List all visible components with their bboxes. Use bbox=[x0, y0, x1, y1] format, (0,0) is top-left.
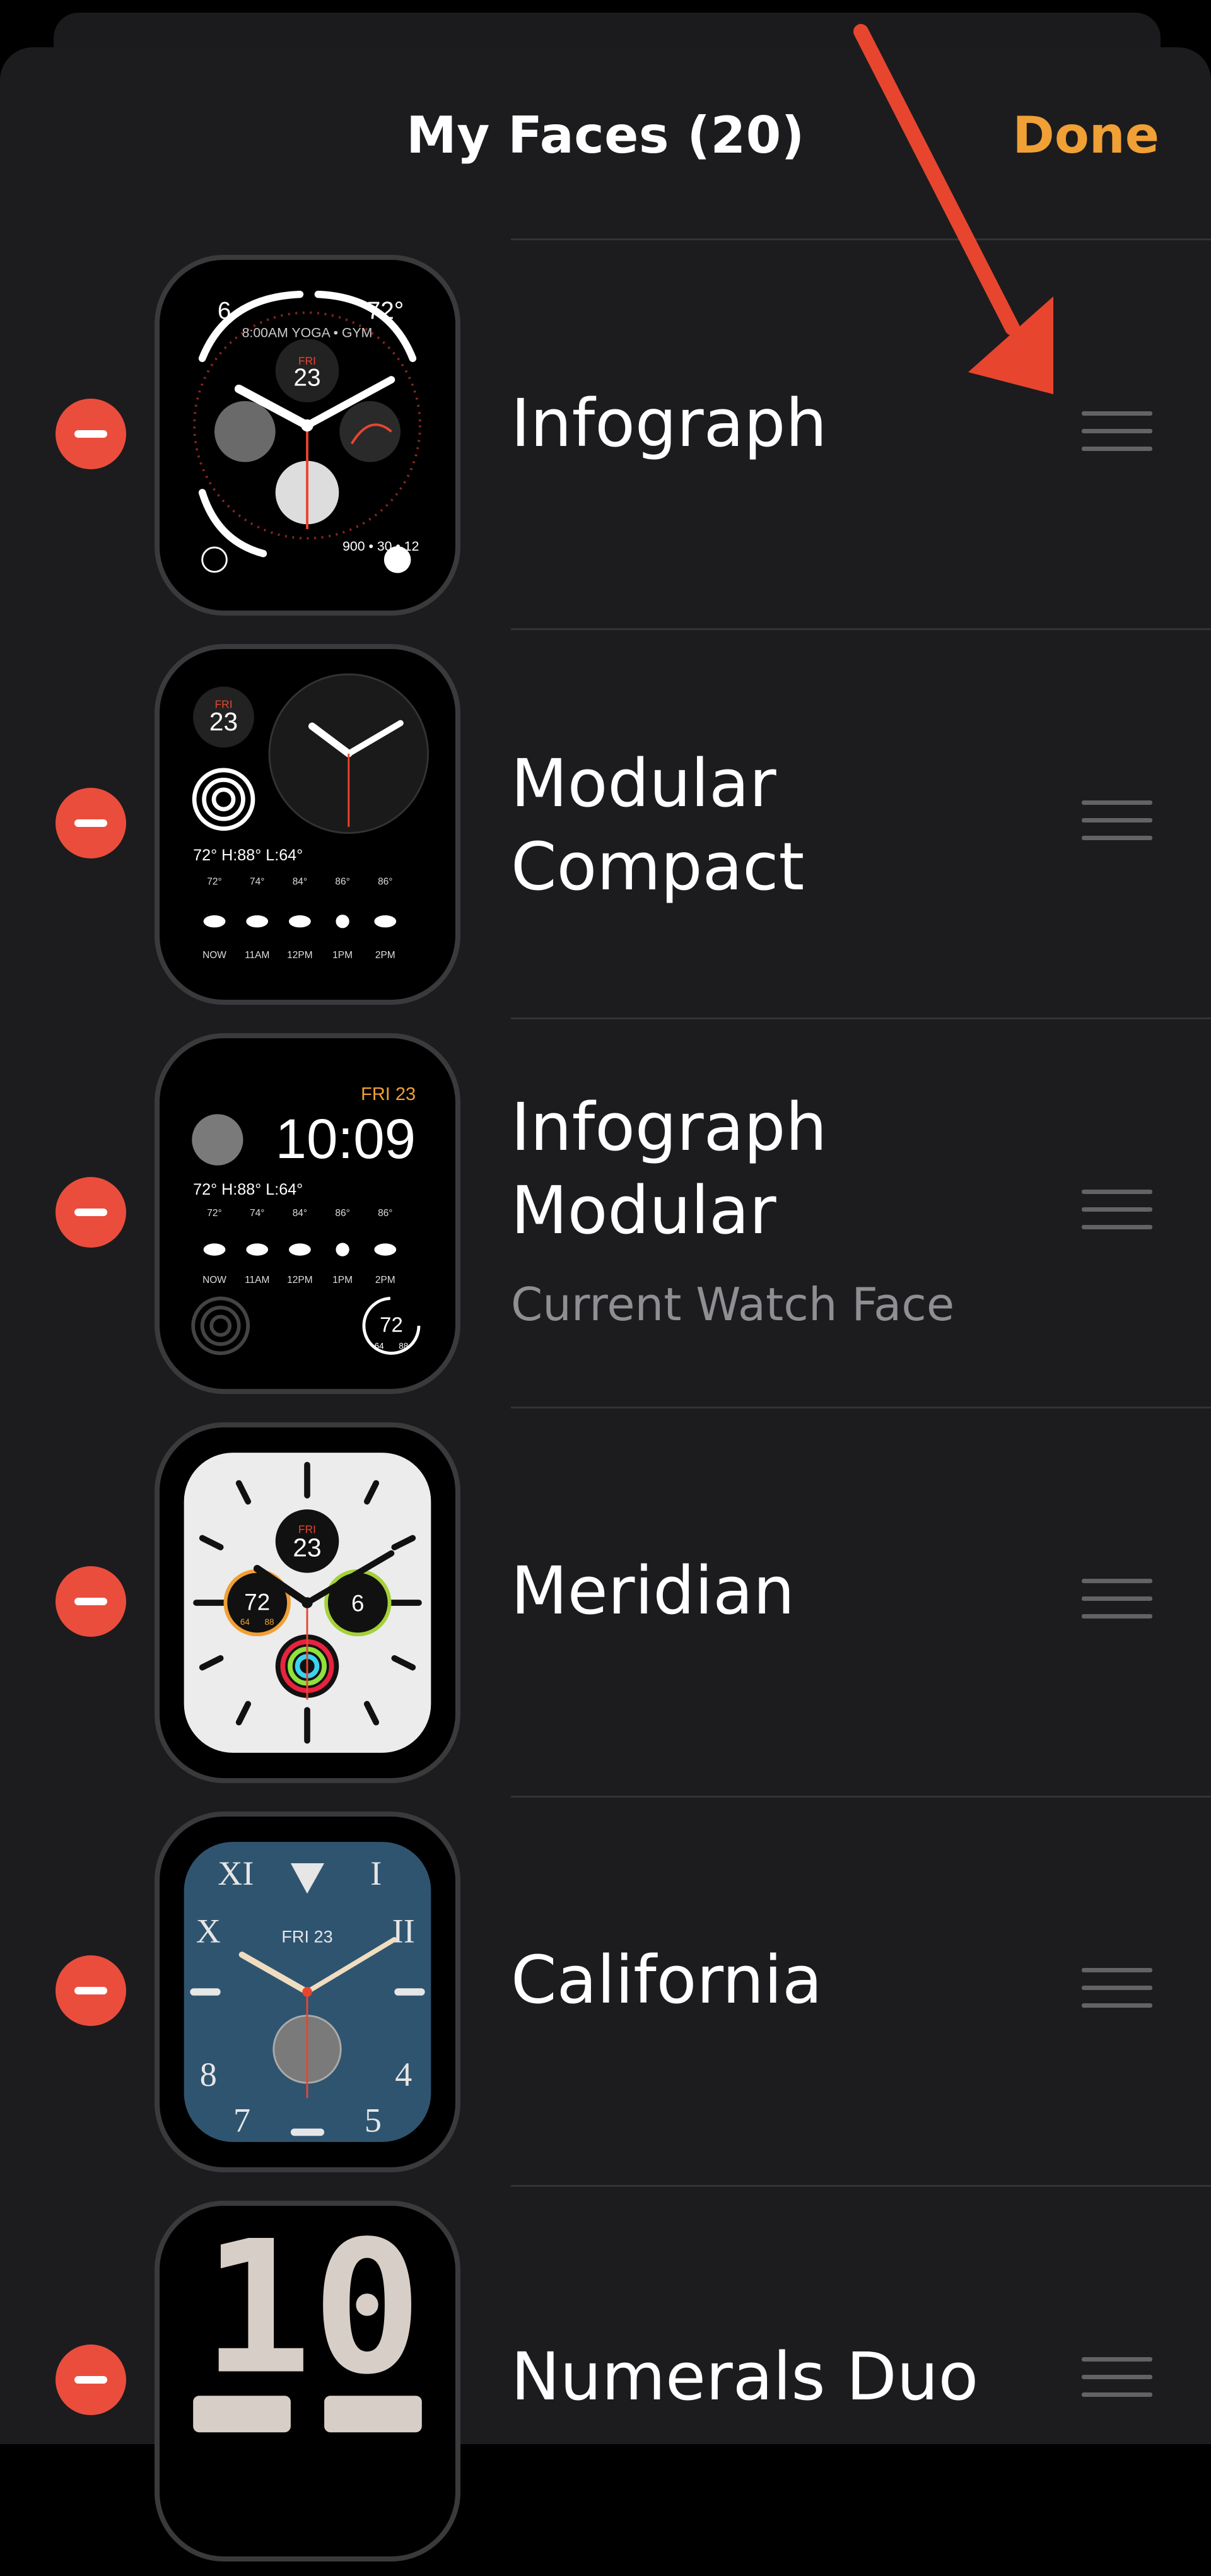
forecast-temp: 84° bbox=[293, 877, 307, 887]
forecast-time: 2PM bbox=[375, 1275, 395, 1285]
forecast-temp: 86° bbox=[378, 877, 392, 887]
forecast-temp: 86° bbox=[335, 877, 349, 887]
forecast-temp: 86° bbox=[335, 1208, 349, 1219]
modular-compact-date: 23 bbox=[209, 707, 238, 736]
infograph-face-art: 6 72° 8:00AM YOGA • GYM FRI 23 900 • 30 … bbox=[193, 290, 421, 573]
face-name: Modular Compact bbox=[511, 745, 805, 905]
face-thumbnail-infograph-modular[interactable]: FRI 23 10:09 72° H:88° L:64° 72° 74° 84°… bbox=[155, 1033, 460, 1394]
forecast-temp: 74° bbox=[250, 1208, 264, 1219]
infograph-temp-left: 6 bbox=[218, 297, 231, 324]
numerals-duo-face-art: 10 bbox=[193, 2206, 422, 2433]
meridian-right-value: 6 bbox=[351, 1591, 364, 1617]
meridian-date: 23 bbox=[293, 1533, 321, 1562]
california-numeral: XI bbox=[218, 1854, 254, 1892]
infograph-modular-weather: 72° H:88° L:64° bbox=[193, 1181, 303, 1198]
infograph-modular-face-art: FRI 23 10:09 72° H:88° L:64° 72° 74° 84°… bbox=[191, 1084, 421, 1355]
reorder-lines-icon[interactable] bbox=[1082, 1968, 1152, 2010]
face-row-infograph: 6 72° 8:00AM YOGA • GYM FRI 23 900 • 30 … bbox=[0, 241, 1211, 630]
forecast-temp: 84° bbox=[293, 1208, 307, 1219]
face-row-infograph-modular: FRI 23 10:09 72° H:88° L:64° 72° 74° 84°… bbox=[0, 1019, 1211, 1408]
reorder-lines-icon[interactable] bbox=[1082, 1579, 1152, 1620]
california-numeral: I bbox=[370, 1854, 382, 1892]
header-divider bbox=[511, 238, 1211, 240]
forecast-temp: 86° bbox=[378, 1208, 392, 1219]
gauge-low: 64 bbox=[375, 1342, 385, 1351]
forecast-temp: 72° bbox=[207, 877, 221, 887]
face-row-california: XI I X II 8 4 7 5 FRI 23 California bbox=[0, 1798, 1211, 2187]
forecast-temp: 72° bbox=[207, 1208, 221, 1219]
meridian-face-art: FRI 23 72 64 88 6 bbox=[184, 1453, 431, 1753]
california-numeral: 8 bbox=[200, 2056, 217, 2093]
modular-compact-weather: 72° H:88° L:64° bbox=[193, 846, 303, 864]
infograph-modular-date: FRI 23 bbox=[361, 1084, 416, 1104]
infograph-temp-right: 72° bbox=[367, 297, 404, 324]
meridian-left-low: 64 bbox=[240, 1617, 250, 1627]
modular-compact-face-art: FRI 23 72° H:88° L:64° 72° 74° 84° 86° 8… bbox=[192, 673, 429, 961]
face-thumbnail-california[interactable]: XI I X II 8 4 7 5 FRI 23 bbox=[155, 1812, 460, 2172]
reorder-lines-icon[interactable] bbox=[1082, 411, 1152, 453]
forecast-time: NOW bbox=[202, 1275, 226, 1285]
gauge-high: 88 bbox=[399, 1342, 408, 1351]
numerals-duo-hour: 10 bbox=[202, 2206, 422, 2415]
reorder-lines-icon[interactable] bbox=[1082, 2357, 1152, 2399]
face-row-modular-compact: FRI 23 72° H:88° L:64° 72° 74° 84° 86° 8… bbox=[0, 630, 1211, 1019]
california-face-art: XI I X II 8 4 7 5 FRI 23 bbox=[184, 1842, 431, 2142]
infograph-modular-gauge: 72 bbox=[380, 1313, 403, 1337]
face-name: Meridian bbox=[511, 1552, 795, 1629]
delete-face-button[interactable] bbox=[56, 2345, 126, 2415]
face-thumbnail-meridian[interactable]: FRI 23 72 64 88 6 bbox=[155, 1422, 460, 1783]
delete-face-button[interactable] bbox=[56, 1566, 126, 1637]
infograph-date: 23 bbox=[294, 365, 321, 392]
reorder-lines-icon[interactable] bbox=[1082, 800, 1152, 842]
california-date: FRI 23 bbox=[281, 1927, 332, 1947]
forecast-time: 1PM bbox=[332, 950, 353, 961]
face-name: Infograph bbox=[511, 385, 828, 462]
face-thumbnail-numerals-duo[interactable]: 10 bbox=[155, 2201, 460, 2561]
forecast-time: 12PM bbox=[287, 950, 312, 961]
reorder-lines-icon[interactable] bbox=[1082, 1190, 1152, 1231]
face-row-meridian: FRI 23 72 64 88 6 Meridian bbox=[0, 1408, 1211, 1798]
california-numeral: 7 bbox=[233, 2101, 250, 2139]
delete-face-button[interactable] bbox=[56, 788, 126, 858]
face-name: Infograph Modular bbox=[511, 1089, 828, 1249]
forecast-time: 11AM bbox=[245, 950, 269, 961]
california-numeral: X bbox=[196, 1912, 221, 1950]
done-button[interactable]: Done bbox=[1012, 106, 1159, 165]
forecast-time: 12PM bbox=[287, 1275, 312, 1285]
meridian-left-value: 72 bbox=[244, 1590, 270, 1615]
face-name: Numerals Duo bbox=[511, 2338, 979, 2415]
delete-face-button[interactable] bbox=[56, 1177, 126, 1248]
meridian-left-high: 88 bbox=[265, 1617, 274, 1627]
face-thumbnail-modular-compact[interactable]: FRI 23 72° H:88° L:64° 72° 74° 84° 86° 8… bbox=[155, 644, 460, 1005]
face-row-numerals-duo: 10 Numerals Duo bbox=[0, 2187, 1211, 2576]
current-face-label: Current Watch Face bbox=[511, 1278, 955, 1331]
california-numeral: 5 bbox=[365, 2101, 382, 2139]
forecast-time: 1PM bbox=[332, 1275, 353, 1285]
delete-face-button[interactable] bbox=[56, 1955, 126, 2026]
california-numeral: II bbox=[392, 1912, 415, 1950]
infograph-event: 8:00AM YOGA • GYM bbox=[242, 325, 373, 340]
delete-face-button[interactable] bbox=[56, 399, 126, 469]
forecast-time: 2PM bbox=[375, 950, 395, 961]
infograph-modular-time: 10:09 bbox=[276, 1107, 416, 1170]
forecast-temp: 74° bbox=[250, 877, 264, 887]
forecast-time: NOW bbox=[202, 950, 226, 961]
forecast-time: 11AM bbox=[245, 1275, 269, 1285]
face-thumbnail-infograph[interactable]: 6 72° 8:00AM YOGA • GYM FRI 23 900 • 30 … bbox=[155, 255, 460, 616]
california-numeral: 4 bbox=[395, 2056, 412, 2093]
face-name: California bbox=[511, 1941, 822, 2018]
